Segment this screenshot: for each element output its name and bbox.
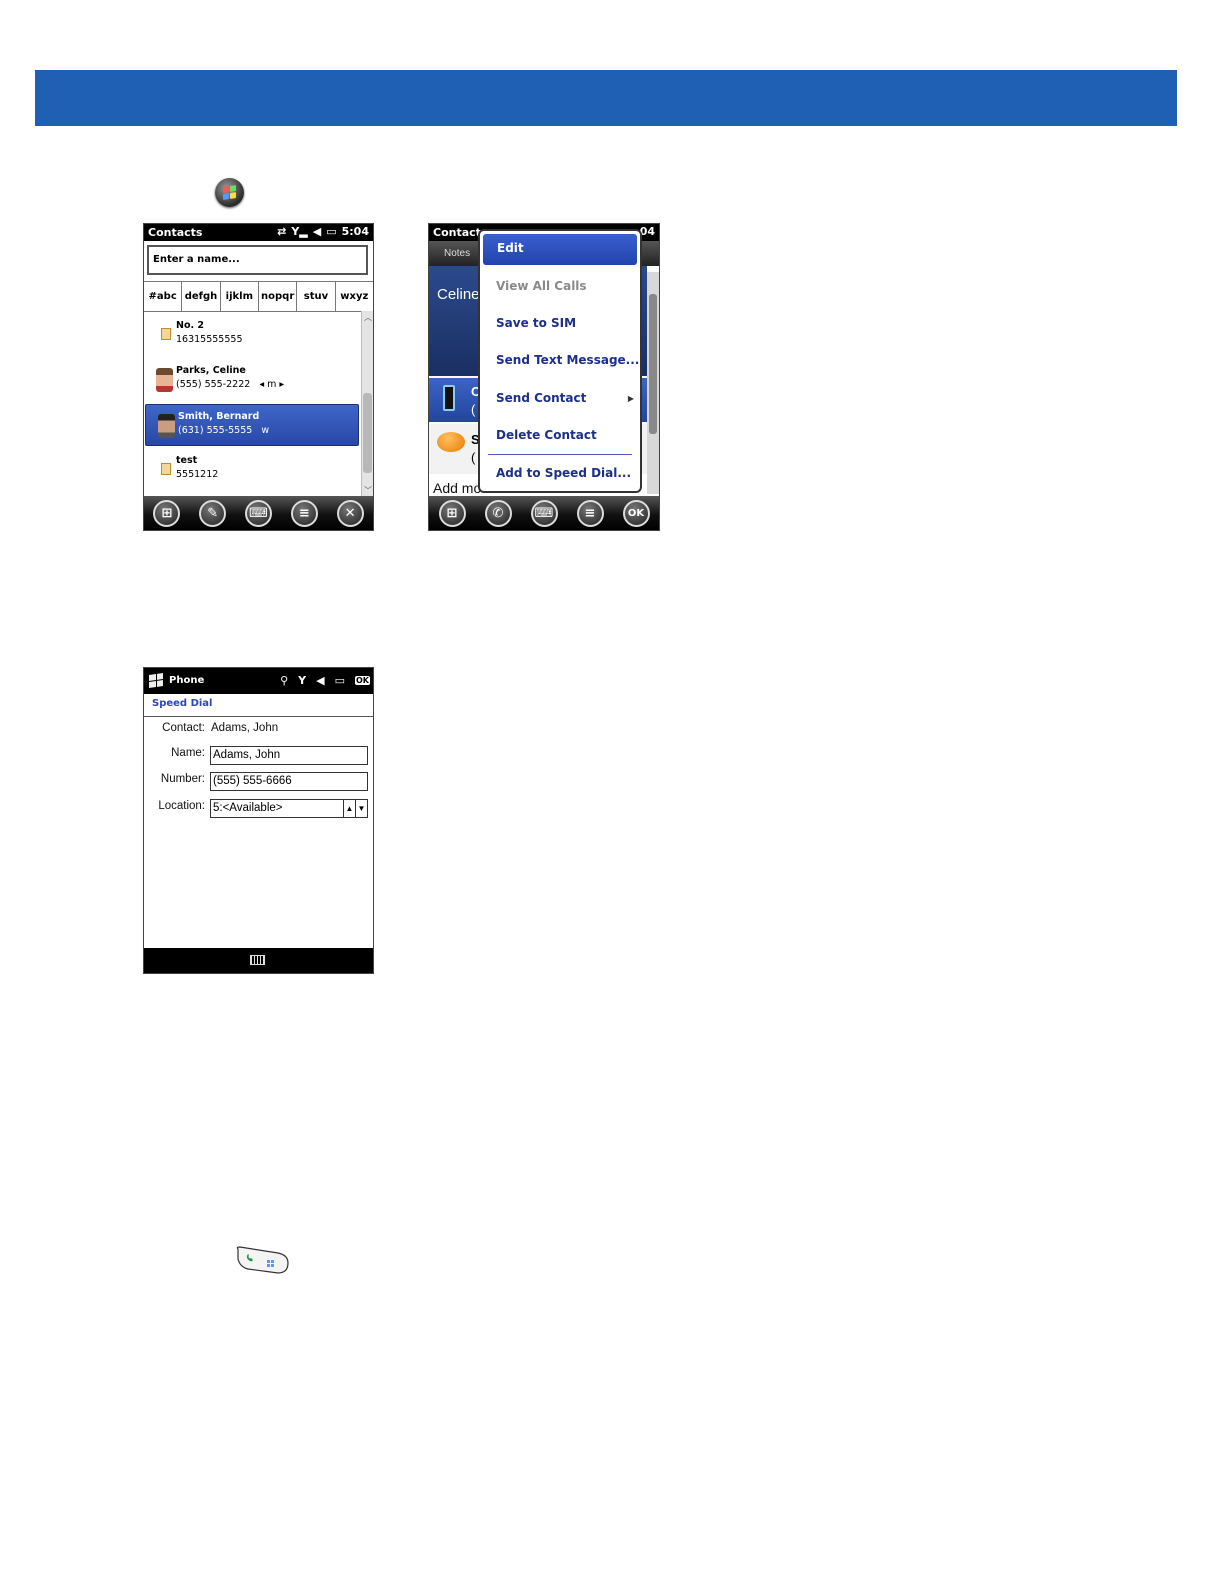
- letter-group-button[interactable]: ijklm: [221, 282, 259, 311]
- search-input[interactable]: Enter a name...: [147, 245, 368, 275]
- menu-item-save-to-sim[interactable]: Save to SIM: [496, 316, 576, 330]
- menu-icon[interactable]: ≡: [290, 499, 318, 527]
- list-item-selected[interactable]: Smith, Bernard (631) 555-5555 w: [145, 404, 359, 446]
- section-title: Speed Dial: [152, 698, 213, 709]
- menu-separator: [488, 454, 632, 455]
- menu-item-send-contact[interactable]: Send Contact: [496, 391, 586, 405]
- menu-item-edit[interactable]: Edit: [483, 234, 637, 265]
- app-title: Contacts: [148, 226, 203, 239]
- keyboard-icon[interactable]: ⌨: [530, 499, 558, 527]
- contact-phone: 16315555555: [176, 334, 243, 345]
- message-bubble-icon: [437, 432, 465, 452]
- battery-icon: ▭: [326, 225, 337, 238]
- contact-list: No. 2 16315555555 Parks, Celine (555) 55…: [144, 311, 360, 498]
- scrollbar[interactable]: ︿ ﹀: [361, 311, 373, 498]
- sync-icon: ⇄: [277, 225, 287, 238]
- scroll-up-icon[interactable]: ︿: [362, 312, 373, 324]
- send-key-icon: [236, 1246, 289, 1274]
- menu-item-add-speed-dial[interactable]: Add to Speed Dial...: [496, 466, 631, 480]
- mobile-phone-icon: [443, 385, 455, 411]
- phone-type-switcher[interactable]: ◂ m ▸: [259, 379, 284, 390]
- photo-icon: [156, 368, 173, 392]
- toolbar: ⊞ ✆ ⌨ ≡ OK: [429, 496, 659, 530]
- scroll-thumb[interactable]: [363, 393, 372, 473]
- list-item[interactable]: test 5551212: [144, 449, 360, 491]
- close-icon[interactable]: ✕: [336, 499, 364, 527]
- letter-group-button[interactable]: defgh: [182, 282, 221, 311]
- scrollbar[interactable]: [647, 272, 659, 494]
- divider: [144, 716, 373, 717]
- contact-first-name: Celine: [437, 286, 480, 303]
- list-item[interactable]: No. 2 16315555555: [144, 314, 360, 356]
- menu-icon[interactable]: ≡: [576, 499, 604, 527]
- app-title: Phone: [169, 675, 205, 686]
- row-sub: (: [471, 402, 476, 417]
- contact-card-icon: [161, 328, 171, 340]
- new-contact-icon[interactable]: ✎: [199, 499, 227, 527]
- add-more-link[interactable]: Add mo: [433, 480, 481, 496]
- contact-name: Parks, Celine: [176, 365, 246, 376]
- contact-phone: 5551212: [176, 469, 219, 480]
- name-field[interactable]: Adams, John: [210, 746, 368, 765]
- windows-flag-icon: [149, 673, 163, 688]
- letter-filter-bar: #abc defgh ijklm nopqr stuv wxyz: [144, 281, 373, 312]
- toolbar: ⊞ ✎ ⌨ ≡ ✕: [144, 496, 373, 530]
- contact-phone: (555) 555-2222 ◂ m ▸: [176, 379, 285, 390]
- speed-dial-screen: Phone ⚲ Y ◀ ▭ OK Speed Dial Contact: Ada…: [143, 667, 374, 974]
- contact-name: No. 2: [176, 320, 205, 331]
- contact-label: Contact:: [162, 722, 205, 734]
- location-stepper[interactable]: 5:<Available> ▲ ▼: [210, 799, 368, 818]
- submenu-arrow-icon: ▶: [627, 394, 634, 403]
- contact-phone: (631) 555-5555 w: [178, 425, 270, 436]
- spin-down-icon[interactable]: ▼: [355, 800, 367, 817]
- list-item[interactable]: Parks, Celine (555) 555-2222 ◂ m ▸: [144, 359, 360, 401]
- name-label: Name:: [171, 747, 205, 759]
- contacts-screen: Contacts ⇄ Y▂ ◀ ▭ 5:04 Enter a name... #…: [143, 223, 374, 531]
- status-bar: Contacts ⇄ Y▂ ◀ ▭ 5:04: [144, 224, 373, 241]
- contact-value: Adams, John: [211, 722, 279, 734]
- photo-icon: [158, 414, 175, 438]
- keyboard-icon[interactable]: [250, 955, 265, 965]
- ok-button[interactable]: OK: [355, 676, 370, 685]
- contact-card-icon: [161, 463, 171, 475]
- signal-icon: Y: [298, 674, 307, 687]
- letter-group-button[interactable]: #abc: [144, 282, 183, 311]
- letter-group-button[interactable]: nopqr: [259, 282, 298, 311]
- volume-icon: ◀: [316, 674, 325, 687]
- spin-up-icon[interactable]: ▲: [343, 800, 355, 817]
- start-icon[interactable]: ⊞: [153, 499, 181, 527]
- clock: 5:04: [341, 225, 369, 238]
- contact-name: test: [176, 455, 198, 466]
- menu-item-view-all-calls: View All Calls: [496, 279, 587, 293]
- volume-icon: ◀: [312, 225, 322, 238]
- tab-notes[interactable]: Notes: [444, 248, 470, 259]
- number-label: Number:: [160, 773, 205, 785]
- number-field[interactable]: (555) 555-6666: [210, 772, 368, 791]
- battery-icon: ▭: [334, 674, 345, 687]
- menu-item-delete-contact[interactable]: Delete Contact: [496, 428, 597, 442]
- row-sub: (: [471, 450, 476, 465]
- bottom-bar: [144, 948, 373, 973]
- start-button-icon: [215, 178, 244, 207]
- contact-name: Smith, Bernard: [178, 411, 260, 422]
- letter-group-button[interactable]: wxyz: [336, 282, 373, 311]
- location-label: Location:: [158, 800, 205, 812]
- location-value: 5:<Available>: [213, 802, 283, 814]
- connectivity-icon: ⚲: [280, 674, 289, 687]
- context-menu: Edit View All Calls Save to SIM Send Tex…: [478, 229, 642, 493]
- phone-icon[interactable]: ✆: [484, 499, 512, 527]
- menu-item-send-text[interactable]: Send Text Message...: [496, 353, 639, 367]
- keyboard-icon[interactable]: ⌨: [244, 499, 272, 527]
- start-icon[interactable]: ⊞: [438, 499, 466, 527]
- header-banner: [35, 70, 1177, 126]
- ok-button[interactable]: OK: [622, 499, 650, 527]
- title-bar: Phone ⚲ Y ◀ ▭ OK: [144, 668, 373, 694]
- scroll-thumb[interactable]: [649, 294, 657, 434]
- signal-icon: Y▂: [291, 225, 308, 238]
- letter-group-button[interactable]: stuv: [297, 282, 336, 311]
